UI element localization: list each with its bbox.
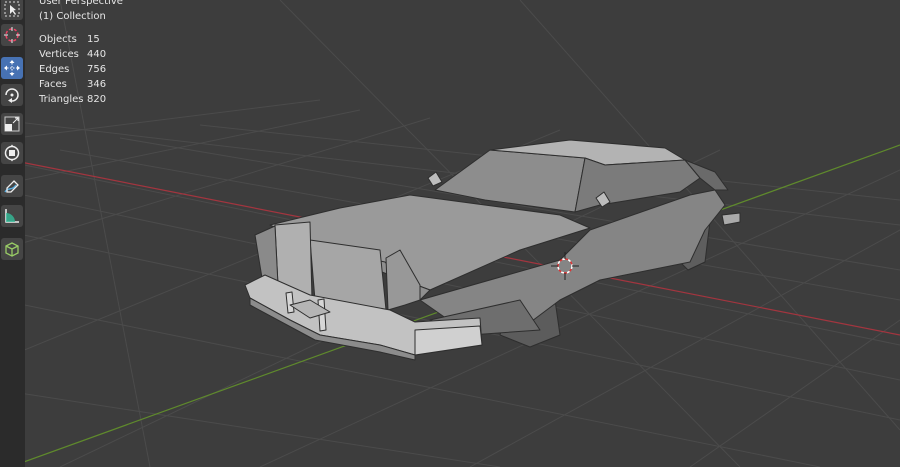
measure-tool[interactable] (1, 205, 23, 227)
annotate-tool[interactable] (1, 175, 23, 197)
rotate-icon (5, 88, 19, 103)
add-cube-tool[interactable] (1, 238, 23, 260)
stat-row: Triangles 820 (39, 94, 107, 105)
cursor-tool[interactable] (1, 24, 23, 46)
scale-tool[interactable] (1, 113, 23, 135)
move-arrows-icon (4, 60, 20, 76)
left-mirror (427, 171, 443, 187)
stat-row: Faces 346 (39, 79, 107, 90)
stat-row: Objects 15 (39, 34, 100, 45)
tool-shelf (0, 0, 25, 467)
rear-light (721, 212, 741, 226)
view-name: User Perspective (39, 0, 123, 7)
stat-row: Edges 756 (39, 64, 107, 75)
stat-row: Vertices 440 (39, 49, 107, 60)
car-mesh[interactable] (244, 139, 741, 361)
annotate-pencil-icon (4, 180, 19, 193)
bumper-guard-left (285, 291, 295, 314)
viewport-info-overlay: User Perspective (1) Collection Objects 1… (39, 0, 123, 107)
measure-ruler-icon (5, 209, 19, 223)
rotate-tool[interactable] (1, 84, 23, 106)
scene-canvas[interactable] (0, 0, 900, 467)
select-box-tool[interactable] (1, 0, 23, 20)
3d-viewport[interactable]: User Perspective (1) Collection Objects 1… (0, 0, 900, 467)
scale-icon (4, 116, 20, 132)
transform-tool[interactable] (1, 142, 23, 164)
3d-cursor-icon (4, 27, 20, 43)
collection-name: (1) Collection (39, 11, 106, 22)
cursor-select-icon (4, 1, 20, 17)
move-tool[interactable] (1, 57, 23, 79)
add-cube-icon (5, 242, 19, 257)
transform-icon (4, 144, 20, 162)
